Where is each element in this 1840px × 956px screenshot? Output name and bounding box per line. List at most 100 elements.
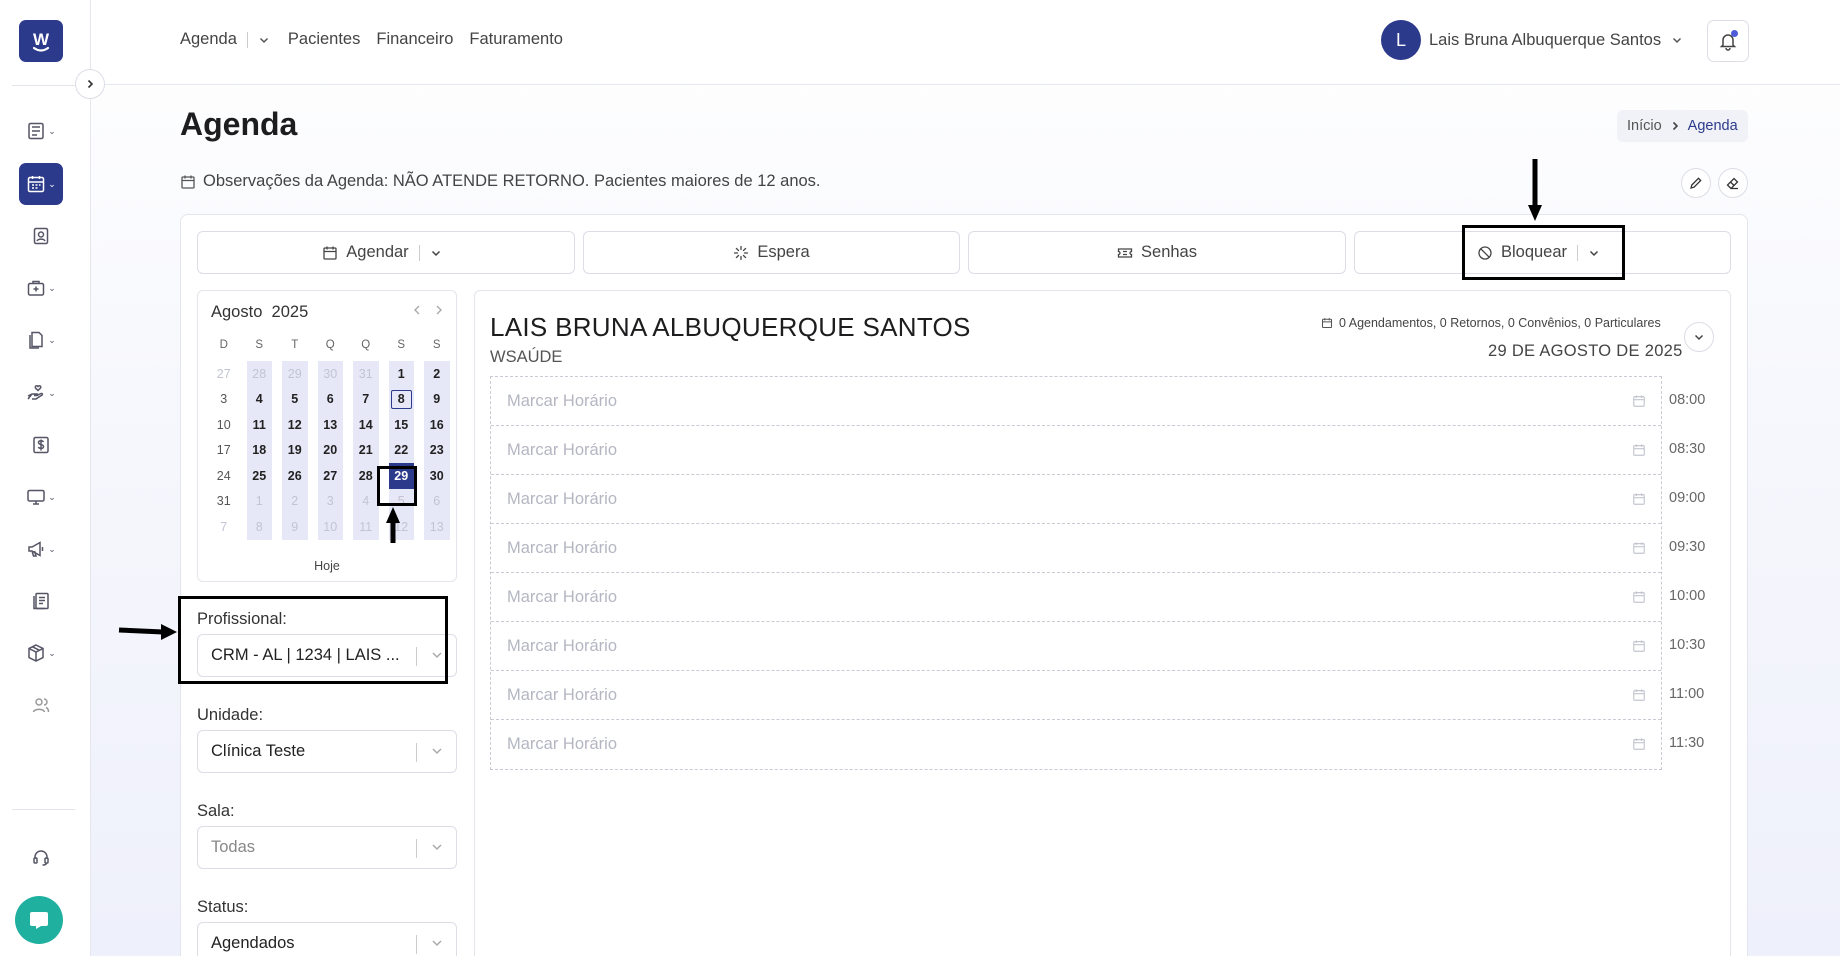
edit-observation-button[interactable] <box>1681 168 1711 198</box>
sidebar-expand-button[interactable] <box>75 69 105 99</box>
calendar-day[interactable]: 6 <box>424 488 450 514</box>
agendar-button[interactable]: Agendar <box>197 231 575 274</box>
calendar-day[interactable]: 1 <box>388 361 414 387</box>
calendar-day[interactable]: 9 <box>424 386 450 412</box>
time-slot[interactable]: Marcar Horário <box>491 622 1661 671</box>
nav-financeiro[interactable]: Financeiro <box>376 30 453 49</box>
calendar-day[interactable]: 26 <box>282 463 308 489</box>
time-slot[interactable]: Marcar Horário <box>491 475 1661 524</box>
calendar-day[interactable]: 9 <box>282 514 308 540</box>
calendar-day[interactable]: 10 <box>317 514 343 540</box>
calendar-day[interactable]: 4 <box>353 488 379 514</box>
calendar-day[interactable]: 15 <box>388 412 414 438</box>
time-slot[interactable]: Marcar Horário <box>491 671 1661 720</box>
status-select[interactable]: Agendados <box>197 922 457 956</box>
chevron-down-icon[interactable] <box>258 34 270 46</box>
calendar-day[interactable]: 18 <box>246 437 272 463</box>
calendar-day[interactable]: 16 <box>424 412 450 438</box>
unidade-select[interactable]: Clínica Teste <box>197 730 457 773</box>
calendar-day[interactable]: 6 <box>317 386 343 412</box>
clear-observation-button[interactable] <box>1718 168 1748 198</box>
calendar-day[interactable]: 27 <box>206 361 242 387</box>
sidebar-item-support[interactable] <box>19 836 63 878</box>
calendar-day[interactable]: 1 <box>246 488 272 514</box>
calendar-day[interactable]: 2 <box>282 488 308 514</box>
user-menu[interactable]: L Lais Bruna Albuquerque Santos <box>1381 20 1683 60</box>
calendar-day[interactable]: 10 <box>206 412 242 438</box>
calendar-day[interactable]: 22 <box>388 437 414 463</box>
calendar-day[interactable]: 13 <box>424 514 450 540</box>
calendar-day[interactable]: 2 <box>424 361 450 387</box>
calendar-day[interactable]: 7 <box>353 386 379 412</box>
calendar-day[interactable]: 14 <box>353 412 379 438</box>
collapse-button[interactable] <box>1684 322 1714 352</box>
calendar-day[interactable]: 31 <box>353 361 379 387</box>
calendar-day[interactable]: 11 <box>246 412 272 438</box>
calendar-day-selected[interactable]: 29 <box>388 463 414 489</box>
sidebar-item-agenda[interactable]: ⌄ <box>19 163 63 205</box>
button-separator <box>418 244 420 261</box>
calendar-day[interactable]: 13 <box>317 412 343 438</box>
calendar-day[interactable]: 29 <box>282 361 308 387</box>
calendar-next-button[interactable] <box>434 303 444 319</box>
calendar-day[interactable]: 3 <box>317 488 343 514</box>
calendar-day[interactable]: 24 <box>206 463 242 489</box>
calendar-day[interactable]: 5 <box>388 488 414 514</box>
sidebar-item-medical[interactable]: ⌄ <box>19 267 63 309</box>
calendar-prev-button[interactable] <box>412 303 422 319</box>
time-slot[interactable]: Marcar Horário <box>491 524 1661 573</box>
nav-faturamento[interactable]: Faturamento <box>469 30 563 49</box>
sidebar-item-list[interactable]: ⌄ <box>19 110 63 152</box>
app-logo[interactable]: W <box>19 20 63 62</box>
sidebar-item-monitor[interactable]: ⌄ <box>19 476 63 518</box>
calendar-day[interactable]: 19 <box>282 437 308 463</box>
calendar-day[interactable]: 11 <box>353 514 379 540</box>
calendar-day[interactable]: 7 <box>206 514 242 540</box>
bloquear-button[interactable]: Bloquear <box>1354 231 1731 274</box>
calendar-day[interactable]: 23 <box>424 437 450 463</box>
calendar-day[interactable]: 21 <box>353 437 379 463</box>
time-slot[interactable]: Marcar Horário <box>491 377 1661 426</box>
reports-icon <box>33 592 49 610</box>
calendar-day[interactable]: 12 <box>282 412 308 438</box>
calendar-day[interactable]: 31 <box>206 489 242 515</box>
sidebar-item-financial[interactable] <box>19 424 63 466</box>
chevron-down-icon[interactable] <box>1588 247 1600 259</box>
button-separator <box>1577 244 1579 261</box>
chat-button[interactable] <box>15 896 63 944</box>
time-slot[interactable]: Marcar Horário <box>491 720 1661 769</box>
sidebar-item-patients[interactable] <box>19 215 63 257</box>
calendar-day[interactable]: 5 <box>282 386 308 412</box>
calendar-day[interactable]: 27 <box>317 463 343 489</box>
sala-select[interactable]: Todas <box>197 826 457 869</box>
sidebar-item-documents[interactable]: ⌄ <box>19 319 63 361</box>
sidebar-item-marketing[interactable]: ⌄ <box>19 528 63 570</box>
time-slot[interactable]: Marcar Horário <box>491 426 1661 475</box>
calendar-day[interactable]: 17 <box>206 438 242 464</box>
calendar-day[interactable]: 12 <box>388 514 414 540</box>
nav-pacientes[interactable]: Pacientes <box>288 30 360 49</box>
calendar-today-button[interactable]: Hoje <box>198 559 456 573</box>
calendar-day[interactable]: 28 <box>353 463 379 489</box>
profissional-select[interactable]: CRM - AL | 1234 | LAIS ... <box>197 634 457 677</box>
time-slot[interactable]: Marcar Horário <box>491 573 1661 622</box>
calendar-day[interactable]: 20 <box>317 437 343 463</box>
sidebar-item-care[interactable]: ⌄ <box>19 372 63 414</box>
calendar-day[interactable]: 8 <box>246 514 272 540</box>
sidebar-item-users[interactable] <box>19 684 63 726</box>
senhas-button[interactable]: Senhas <box>968 231 1346 274</box>
sidebar-item-reports[interactable] <box>19 580 63 622</box>
calendar-day[interactable]: 28 <box>246 361 272 387</box>
calendar-day-today[interactable]: 8 <box>388 386 414 412</box>
calendar-day[interactable]: 3 <box>206 387 242 413</box>
breadcrumb-home[interactable]: Início <box>1627 118 1662 134</box>
calendar-day[interactable]: 4 <box>246 386 272 412</box>
calendar-day[interactable]: 30 <box>424 463 450 489</box>
sidebar-item-inventory[interactable]: ⌄ <box>19 632 63 674</box>
notifications-button[interactable] <box>1707 20 1749 62</box>
chevron-down-icon[interactable] <box>430 247 442 259</box>
calendar-day[interactable]: 25 <box>246 463 272 489</box>
calendar-day[interactable]: 30 <box>317 361 343 387</box>
nav-agenda[interactable]: Agenda <box>180 30 237 49</box>
espera-button[interactable]: Espera <box>583 231 960 274</box>
